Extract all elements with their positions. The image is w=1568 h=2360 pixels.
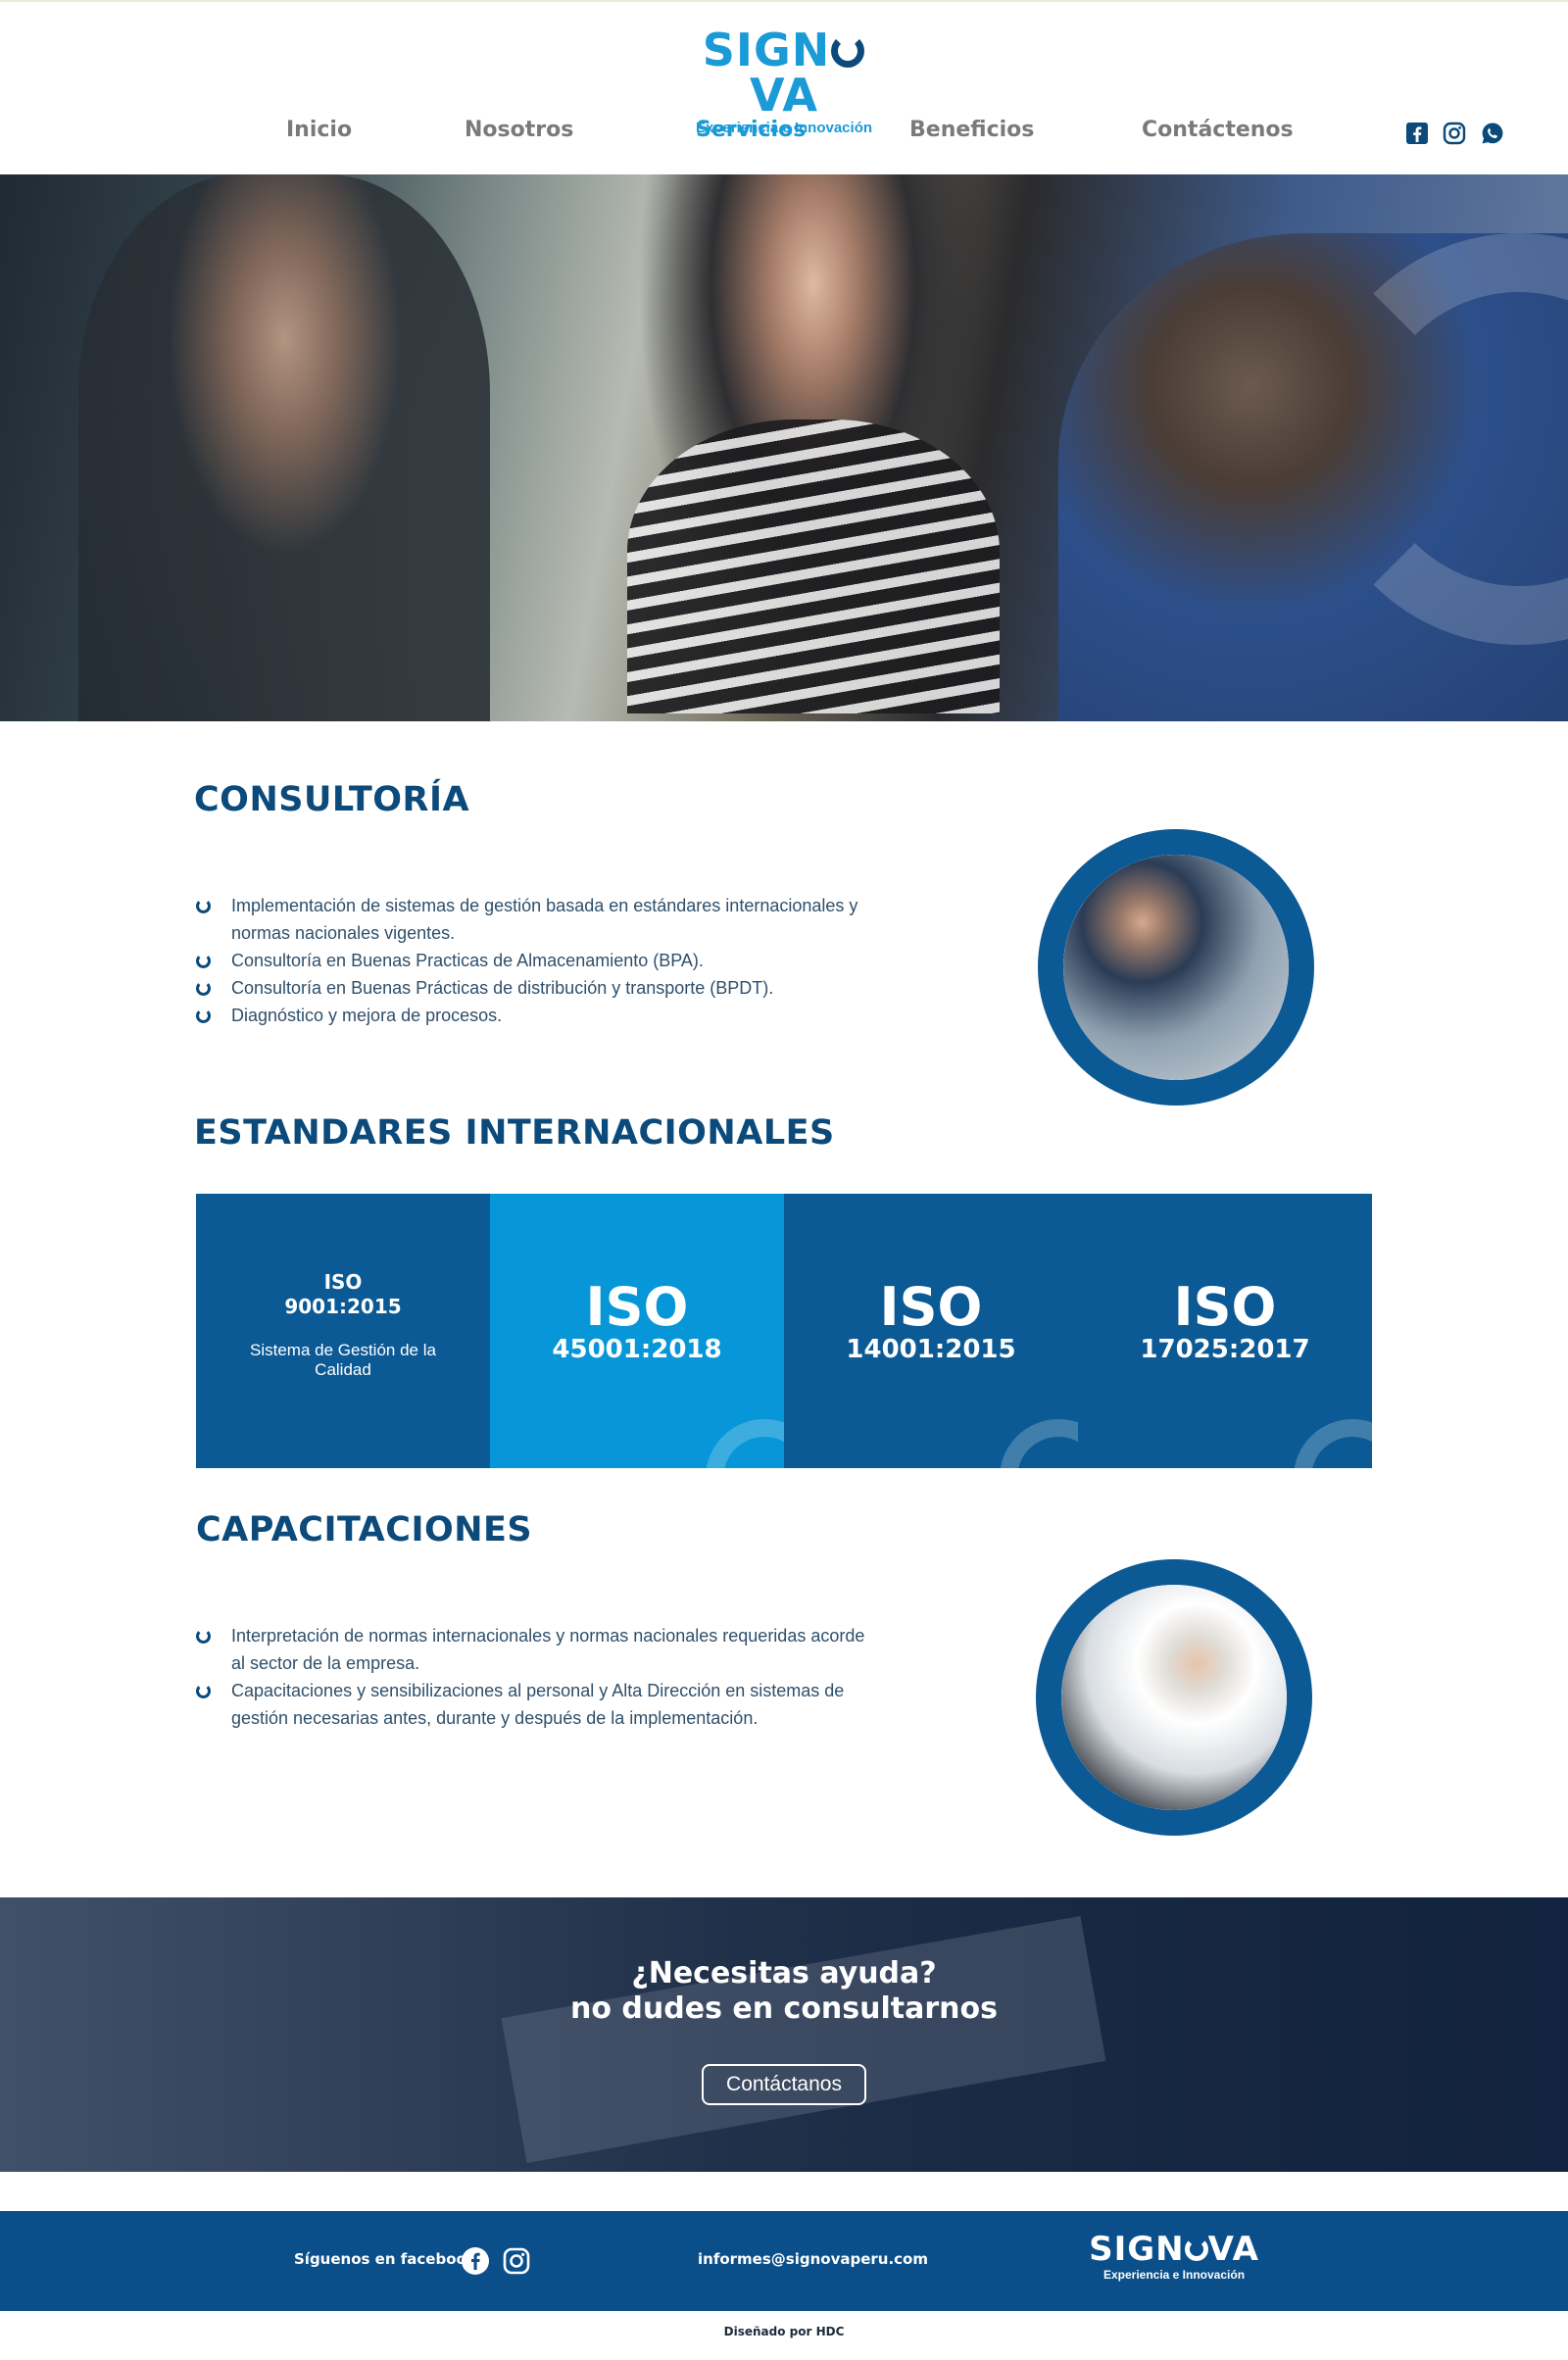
capacitaciones-list: Interpretación de normas internacionales… (196, 1622, 882, 1732)
iso-card-number: 17025:2017 (1140, 1335, 1310, 1364)
cta-overlay (0, 1897, 1568, 2172)
estandares-title: ESTANDARES INTERNACIONALES (194, 1113, 835, 1153)
nav-item-servicios[interactable]: Servicios (696, 118, 806, 142)
iso-card-45001[interactable]: ISO 45001:2018 (490, 1194, 784, 1468)
nav-item-inicio[interactable]: Inicio (286, 118, 352, 142)
cta-heading: ¿Necesitas ayuda? no dudes en consultarn… (0, 1956, 1568, 2027)
whatsapp-icon[interactable] (1481, 122, 1504, 145)
cta-heading-line1: ¿Necesitas ayuda? (631, 1956, 937, 1991)
hero-banner-image (0, 174, 1568, 721)
cta-heading-line2: no dudes en consultarnos (570, 1991, 998, 2026)
iso-card-number: 14001:2015 (846, 1335, 1016, 1364)
site-footer: Síguenos en facebook informes@signovaper… (0, 2211, 1568, 2311)
brand-wordmark: SIGNVA (674, 27, 894, 118)
capacitaciones-photo-content (1061, 1585, 1287, 1810)
capacitaciones-photo (1036, 1559, 1312, 1836)
decorative-arc-icon (1000, 1419, 1078, 1468)
footer-follow-text: Síguenos en facebook (294, 2250, 476, 2268)
consultoria-list: Implementación de sistemas de gestión ba… (196, 892, 902, 1029)
list-item: Capacitaciones y sensibilizaciones al pe… (196, 1677, 882, 1732)
iso-card-label: ISO (585, 1276, 689, 1338)
hero-person-left (78, 174, 490, 721)
list-item: Consultoría en Buenas Practicas de Almac… (196, 947, 902, 974)
ring-bullet-icon (196, 981, 211, 996)
design-credit: Diseñado por HDC (723, 2325, 845, 2338)
contact-cta-banner: ¿Necesitas ayuda? no dudes en consultarn… (0, 1897, 1568, 2172)
iso-standards-grid: ISO 9001:2015 Sistema de Gestión de la C… (196, 1194, 1372, 1468)
ring-bullet-icon (196, 1008, 211, 1023)
footer-brand-wordmark: SIGN VA (1089, 2230, 1259, 2269)
list-item: Consultoría en Buenas Prácticas de distr… (196, 974, 902, 1002)
ring-bullet-icon (196, 1629, 211, 1644)
nav-item-beneficios[interactable]: Beneficios (909, 118, 1034, 142)
footer-email-link[interactable]: informes@signovaperu.com (698, 2250, 928, 2268)
iso-card-number: 9001:2015 (284, 1295, 402, 1318)
iso-card-label: ISO (879, 1276, 983, 1338)
ring-bullet-icon (196, 954, 211, 968)
nav-item-nosotros[interactable]: Nosotros (465, 118, 573, 142)
instagram-icon[interactable] (1443, 122, 1466, 145)
list-item: Implementación de sistemas de gestión ba… (196, 892, 902, 947)
iso-card-number: 45001:2018 (552, 1335, 722, 1364)
consultoria-title: CONSULTORÍA (194, 780, 470, 819)
capacitaciones-title: CAPACITACIONES (196, 1510, 533, 1549)
footer-social-links (461, 2246, 539, 2281)
iso-card-9001[interactable]: ISO 9001:2015 Sistema de Gestión de la C… (196, 1194, 490, 1468)
list-item: Interpretación de normas internacionales… (196, 1622, 882, 1677)
brand-o-icon (1184, 2237, 1208, 2261)
site-header: SIGNVA Experiencia e Innovación Inicio N… (0, 2, 1568, 174)
iso-card-label: ISO (323, 1270, 363, 1294)
footer-brand-logo[interactable]: SIGN VA Experiencia e Innovación (1086, 2233, 1262, 2282)
contactanos-button[interactable]: Contáctanos (702, 2064, 866, 2105)
iso-card-label: ISO (1173, 1276, 1277, 1338)
iso-card-17025[interactable]: ISO 17025:2017 (1078, 1194, 1372, 1468)
footer-brand-tagline: Experiencia e Innovación (1102, 2268, 1246, 2282)
ring-bullet-icon (196, 899, 211, 913)
decorative-arc-icon (706, 1419, 784, 1468)
iso-card-description: Sistema de Gestión de la Calidad (250, 1341, 436, 1379)
iso-card-14001[interactable]: ISO 14001:2015 (784, 1194, 1078, 1468)
ring-bullet-icon (196, 1684, 211, 1698)
decorative-arc-icon (1294, 1419, 1372, 1468)
facebook-icon[interactable] (1405, 122, 1429, 145)
consultoria-photo-content (1063, 855, 1289, 1080)
brand-o-icon (831, 34, 865, 68)
list-item: Diagnóstico y mejora de procesos. (196, 1002, 902, 1029)
hero-striped-shirt (627, 419, 1000, 713)
header-social-links (1405, 122, 1514, 150)
nav-item-contactenos[interactable]: Contáctenos (1142, 118, 1294, 142)
main-nav: Inicio Nosotros Servicios Beneficios Con… (0, 118, 1568, 153)
instagram-icon[interactable] (502, 2246, 531, 2276)
consultoria-photo (1038, 829, 1314, 1106)
facebook-icon[interactable] (461, 2246, 490, 2276)
